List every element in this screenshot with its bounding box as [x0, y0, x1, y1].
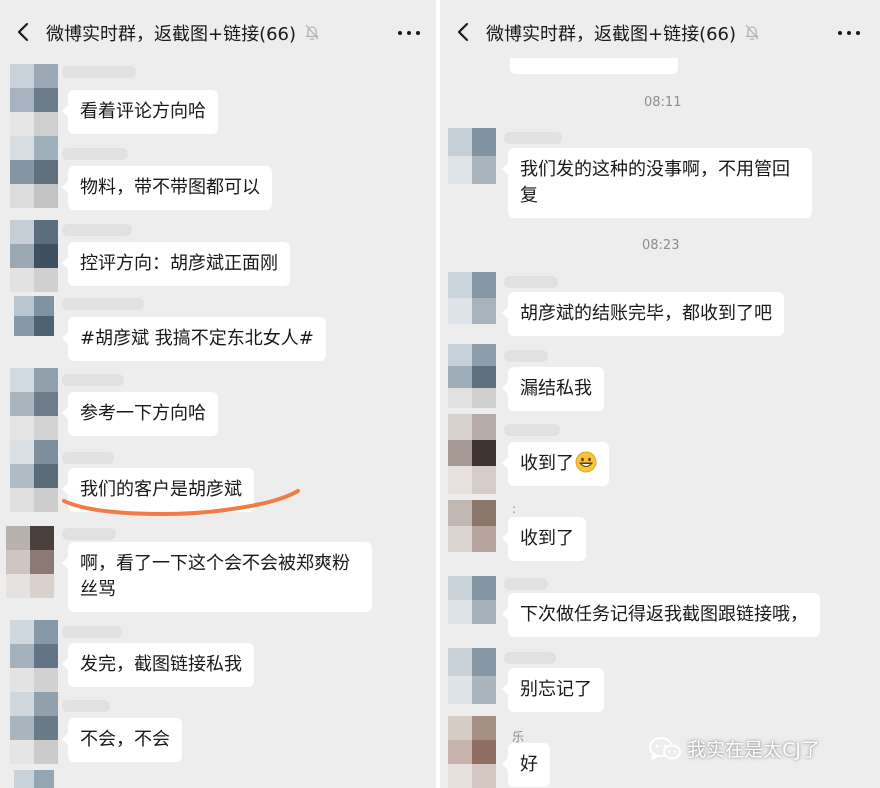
avatar[interactable]	[448, 272, 496, 324]
chat-panel-right: 微博实时群，返截图+链接(66) 08:11 08:23: 乐 我们发的这种的…	[440, 0, 880, 788]
avatar[interactable]	[10, 692, 58, 764]
chat-header: 微博实时群，返截图+链接(66)	[0, 0, 436, 64]
chat-panel-left: 微博实时群，返截图+链接(66) 看着评论方向哈 物料，带不带图都可以 控评方向…	[0, 0, 436, 788]
grinning-face-emoji-icon	[575, 451, 597, 473]
avatar[interactable]	[448, 128, 496, 184]
avatar[interactable]	[10, 620, 58, 692]
sender-name	[62, 148, 128, 160]
sender-name	[62, 374, 124, 386]
more-dots-icon[interactable]	[835, 21, 863, 45]
message-bubble[interactable]: 看着评论方向哈	[62, 90, 218, 134]
sender-name	[62, 626, 122, 638]
avatar[interactable]	[448, 648, 496, 704]
sender-name	[504, 652, 556, 664]
chat-header: 微博实时群，返截图+链接(66)	[440, 0, 880, 58]
avatar[interactable]	[10, 136, 58, 208]
message-bubble[interactable]: 别忘记了	[502, 668, 604, 712]
sender-name	[62, 298, 144, 310]
sender-name	[62, 700, 110, 712]
avatar[interactable]	[14, 770, 54, 788]
sender-name	[504, 132, 562, 144]
sender-name	[62, 528, 116, 540]
timestamp: 08:23	[642, 238, 680, 253]
avatar[interactable]	[448, 344, 496, 408]
chevron-left-icon[interactable]	[12, 18, 36, 46]
bell-off-icon	[305, 24, 319, 41]
avatar[interactable]	[14, 296, 54, 336]
bell-off-icon	[745, 24, 759, 41]
timestamp: 08:11	[644, 95, 682, 110]
avatar[interactable]	[448, 500, 496, 552]
avatar[interactable]	[448, 576, 496, 624]
watermark-text: 我实在是太CJ了	[687, 739, 820, 761]
avatar[interactable]	[10, 64, 58, 136]
message-bubble[interactable]: 控评方向：胡彦斌正面刚	[62, 242, 290, 286]
sender-name	[62, 224, 132, 236]
message-text: 收到了	[520, 453, 574, 474]
more-dots-icon[interactable]	[395, 21, 423, 45]
avatar[interactable]	[6, 526, 54, 598]
avatar[interactable]	[448, 716, 496, 788]
message-bubble[interactable]: 漏结私我	[502, 367, 604, 411]
message-bubble[interactable]: 收到了	[502, 442, 609, 486]
avatar[interactable]	[448, 414, 496, 494]
wechat-logo-icon	[649, 736, 681, 760]
chevron-left-icon[interactable]	[452, 18, 476, 46]
message-bubble[interactable]: 物料，带不带图都可以	[62, 166, 272, 210]
sender-name: :	[512, 502, 517, 516]
message-bubble[interactable]: 收到了	[502, 517, 586, 561]
chat-title: 微博实时群，返截图+链接(66)	[486, 24, 737, 45]
sender-name	[504, 276, 558, 288]
message-bubble[interactable]: 我们发的这种的没事啊，不用管回复	[502, 148, 812, 218]
sender-name	[504, 350, 548, 362]
message-bubble[interactable]: 胡彦斌的结账完毕，都收到了吧	[502, 292, 784, 336]
message-bubble[interactable]: 好	[502, 743, 550, 787]
avatar[interactable]	[10, 368, 58, 440]
sender-name	[504, 578, 548, 590]
chat-title: 微博实时群，返截图+链接(66)	[46, 24, 297, 45]
sender-name	[504, 424, 560, 436]
sender-name	[62, 66, 136, 78]
watermark: 我实在是太CJ了	[648, 735, 820, 761]
message-bubble[interactable]: 不会，不会	[62, 718, 182, 762]
message-bubble[interactable]: 下次做任务记得返我截图跟链接哦，	[502, 593, 820, 637]
message-bubble[interactable]: 发完，截图链接私我	[62, 643, 254, 687]
avatar[interactable]	[10, 440, 58, 512]
avatar[interactable]	[10, 220, 58, 292]
sender-name	[62, 452, 114, 464]
message-bubble[interactable]: 啊，看了一下这个会不会被郑爽粉丝骂	[62, 542, 372, 612]
highlight-underline	[62, 489, 300, 516]
message-bubble[interactable]: #胡彦斌 我搞不定东北女人#	[62, 317, 326, 361]
message-bubble[interactable]: 参考一下方向哈	[62, 392, 218, 436]
